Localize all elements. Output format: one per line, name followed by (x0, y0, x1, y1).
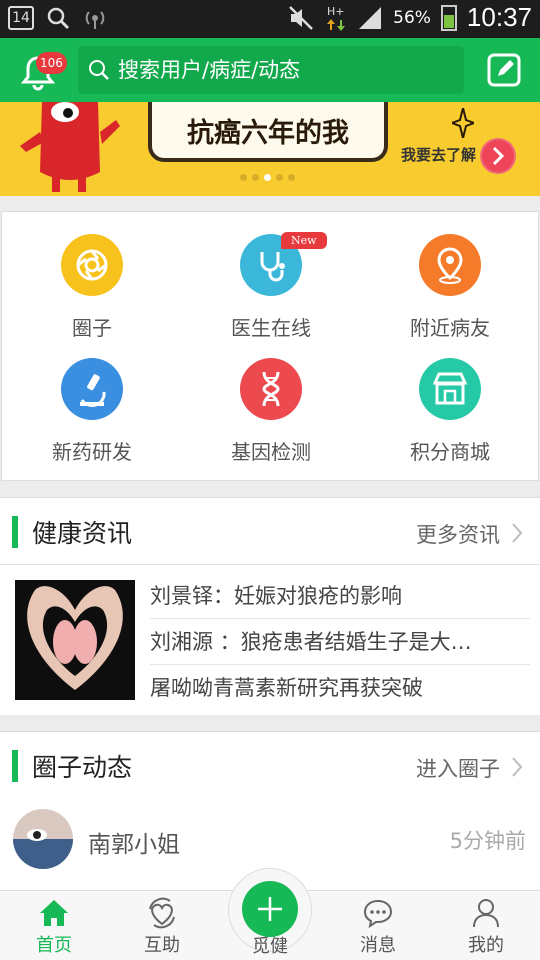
tab-mutual-help[interactable]: 互助 (108, 891, 216, 960)
tab-label: 我的 (468, 935, 504, 956)
section-accent-bar (12, 516, 18, 548)
promo-banner[interactable]: 抗癌六年的我 我要去了解 (0, 102, 540, 196)
signal-strength-icon (359, 6, 382, 29)
mute-icon (289, 5, 314, 30)
notification-count-icon: 14 (8, 6, 34, 30)
post-author[interactable]: 南郭小姐 (88, 825, 180, 859)
wireless-signal-icon (85, 11, 105, 29)
feature-label: 积分商城 (410, 440, 490, 464)
store-icon (419, 358, 481, 420)
plus-icon (258, 897, 282, 921)
battery-icon (440, 4, 457, 31)
pagination-dot[interactable] (276, 174, 283, 181)
chevron-right-icon[interactable] (510, 522, 524, 544)
tab-home[interactable]: 首页 (0, 891, 108, 960)
feature-label: 基因检测 (231, 440, 311, 464)
circle-feed-header: 圈子动态 进入圈子 (0, 731, 540, 799)
feature-gene-test[interactable]: 基因检测 (181, 358, 361, 465)
feature-circle[interactable]: 圈子 (2, 234, 182, 341)
feature-label: 附近病友 (410, 316, 490, 340)
feature-nearby-patients[interactable]: 附近病友 (360, 234, 540, 341)
feature-label: 医生在线 (231, 316, 311, 340)
dna-icon (240, 358, 302, 420)
feature-label: 新药研发 (52, 440, 132, 464)
feature-new-drug[interactable]: 新药研发 (2, 358, 182, 465)
search-status-icon (47, 7, 70, 30)
banner-arrow-button[interactable] (480, 138, 516, 174)
section-title: 健康资讯 (32, 519, 133, 548)
data-transfer-icon: H+ (327, 5, 346, 31)
app-header: 106 (0, 38, 540, 102)
location-pin-icon (419, 234, 481, 296)
banner-pagination (240, 174, 295, 181)
health-news-list: 刘景铎：妊娠对狼疮的影响 刘湘源 ：狼疮患者结婚生子是大… 屠呦呦青蒿素新研究再… (0, 565, 540, 715)
post-time: 5分钟前 (449, 829, 526, 853)
feature-doctor-online[interactable]: New 医生在线 (181, 232, 361, 341)
aperture-icon (61, 234, 123, 296)
svg-text:H+: H+ (327, 5, 345, 18)
more-news-link[interactable]: 更多资讯 (416, 519, 500, 549)
chevron-right-icon (492, 146, 505, 166)
new-tag: New (281, 232, 327, 249)
pagination-dot[interactable] (288, 174, 295, 181)
search-icon (89, 60, 109, 80)
microscope-icon (61, 358, 123, 420)
tab-label: 消息 (360, 935, 396, 956)
tab-label: 觅健 (252, 936, 288, 957)
battery-percent: 56% (393, 7, 431, 28)
news-item[interactable]: 屠呦呦青蒿素新研究再获突破 (150, 665, 530, 711)
chat-bubble-icon (363, 899, 393, 929)
plus-button[interactable] (242, 881, 298, 937)
status-bar: 14 H+ 56% 10:37 (0, 0, 540, 38)
banner-headline: 抗癌六年的我 (148, 102, 388, 162)
enter-circle-link[interactable]: 进入圈子 (416, 753, 500, 783)
avatar[interactable] (13, 809, 73, 869)
news-item[interactable]: 刘景铎：妊娠对狼疮的影响 (150, 573, 530, 619)
feature-points-mall[interactable]: 积分商城 (360, 358, 540, 465)
search-input[interactable] (118, 58, 448, 82)
pagination-dot[interactable] (252, 174, 259, 181)
health-news-header: 健康资讯 更多资讯 (0, 497, 540, 565)
banner-cta[interactable]: 我要去了解 (401, 144, 476, 165)
tab-label: 首页 (36, 935, 72, 956)
section-accent-bar (12, 750, 18, 782)
home-icon (40, 900, 68, 926)
notification-badge: 106 (36, 52, 67, 74)
mascot-image (20, 102, 120, 192)
feature-label: 圈子 (72, 316, 112, 340)
clock: 10:37 (466, 2, 532, 32)
news-item[interactable]: 刘湘源 ：狼疮患者结婚生子是大… (150, 619, 530, 665)
tab-me[interactable]: 我的 (432, 891, 540, 960)
feature-grid: 圈子 New 医生在线 附近病友 新药研发 基因检测 积分商城 (1, 211, 539, 481)
heart-cycle-icon (149, 897, 175, 929)
pagination-dot[interactable] (240, 174, 247, 181)
section-title: 圈子动态 (32, 753, 133, 782)
chevron-right-icon[interactable] (510, 756, 524, 778)
search-bar[interactable] (78, 46, 464, 94)
sparkle-icon (452, 108, 474, 138)
compose-icon[interactable] (486, 52, 522, 88)
news-thumbnail[interactable] (15, 580, 135, 700)
tab-label: 互助 (144, 935, 180, 956)
person-icon (473, 899, 499, 928)
tab-messages[interactable]: 消息 (324, 891, 432, 960)
pagination-dot[interactable] (264, 174, 271, 181)
